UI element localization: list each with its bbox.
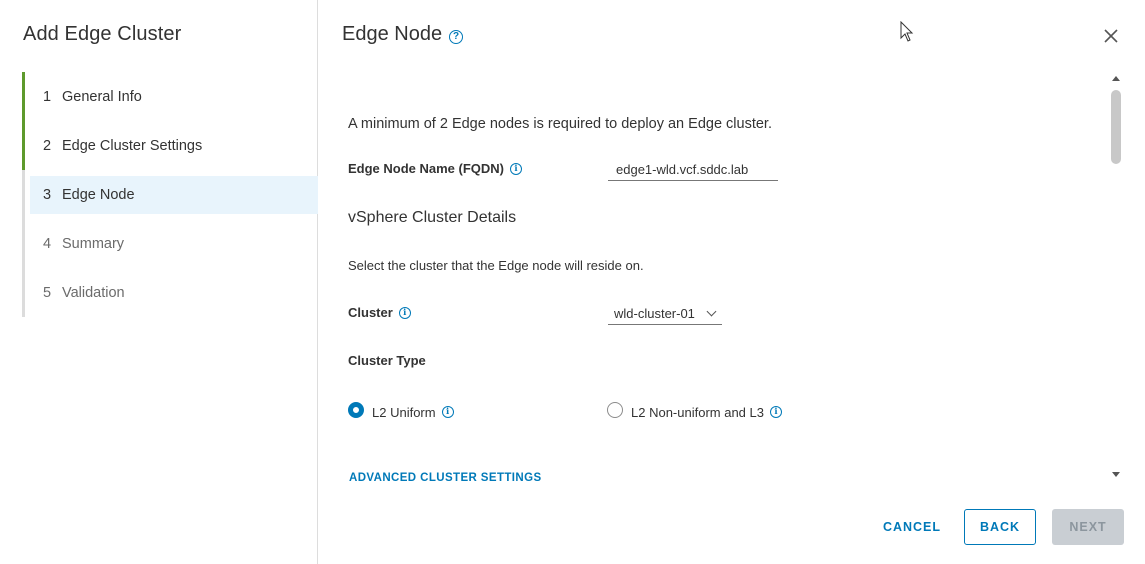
edge-node-name-label-text: Edge Node Name (FQDN): [348, 161, 505, 176]
mouse-cursor-icon: [900, 21, 914, 42]
step-summary[interactable]: 4 Summary: [22, 219, 318, 268]
next-button[interactable]: NEXT: [1052, 509, 1124, 545]
cluster-type-label: Cluster Type: [348, 353, 426, 368]
step-edge-cluster-settings[interactable]: 2 Edge Cluster Settings: [22, 121, 318, 170]
radio-l2-nonuniform-l3-label: L2 Non-uniform and L3: [631, 404, 764, 420]
cluster-select-value: wld-cluster-01: [614, 306, 695, 321]
edge-node-name-label: Edge Node Name (FQDN) i: [348, 161, 523, 176]
radio-button-checked[interactable]: [348, 402, 364, 418]
cluster-select[interactable]: wld-cluster-01: [608, 303, 722, 325]
cluster-hint-text: Select the cluster that the Edge node wi…: [348, 258, 644, 273]
scroll-down-arrow-icon[interactable]: [1112, 472, 1120, 477]
wizard-steps: 1 General Info 2 Edge Cluster Settings 3…: [22, 72, 318, 317]
info-icon[interactable]: i: [441, 406, 454, 418]
cluster-type-row: Cluster Type: [348, 353, 426, 368]
edge-node-name-input[interactable]: [608, 159, 778, 181]
step-number: 4: [43, 235, 52, 252]
form-content: A minimum of 2 Edge nodes is required to…: [348, 80, 1108, 490]
step-edge-node[interactable]: 3 Edge Node: [22, 170, 318, 219]
cluster-row: Cluster i: [348, 305, 411, 320]
radio-l2-nonuniform-l3[interactable]: L2 Non-uniform and L3 i: [607, 402, 782, 420]
step-label: General Info: [62, 88, 142, 105]
cluster-label: Cluster i: [348, 305, 411, 320]
back-button[interactable]: BACK: [964, 509, 1036, 545]
cluster-label-text: Cluster: [348, 305, 393, 320]
advanced-cluster-settings-link[interactable]: ADVANCED CLUSTER SETTINGS: [349, 472, 542, 484]
step-label: Edge Node: [62, 187, 135, 203]
intro-text: A minimum of 2 Edge nodes is required to…: [348, 116, 772, 132]
step-general-info[interactable]: 1 General Info: [22, 72, 318, 121]
step-label: Validation: [62, 284, 125, 301]
scroll-up-arrow-icon[interactable]: [1112, 76, 1120, 81]
scroll-thumb[interactable]: [1111, 90, 1121, 164]
cancel-button[interactable]: CANCEL: [874, 509, 950, 545]
wizard-sidebar: Add Edge Cluster 1 General Info 2 Edge C…: [0, 0, 318, 564]
radio-l2-uniform[interactable]: L2 Uniform i: [348, 402, 454, 420]
step-label: Edge Cluster Settings: [62, 137, 203, 154]
step-label: Summary: [62, 235, 125, 252]
question-circle-icon[interactable]: ?: [449, 29, 464, 44]
page-title-row: Edge Node ?: [342, 23, 464, 46]
step-number: 5: [43, 284, 52, 301]
vsphere-cluster-details-title: vSphere Cluster Details: [348, 209, 517, 226]
radio-button-unchecked[interactable]: [607, 402, 623, 418]
step-number: 2: [43, 137, 52, 154]
step-number: 3: [43, 187, 52, 203]
step-validation[interactable]: 5 Validation: [22, 268, 318, 317]
radio-l2-uniform-label: L2 Uniform: [372, 404, 436, 420]
chevron-down-icon: [706, 306, 717, 317]
info-icon[interactable]: i: [398, 306, 411, 319]
vertical-scrollbar[interactable]: [1110, 76, 1122, 484]
page-title: Edge Node: [342, 23, 443, 45]
edge-node-name-row: Edge Node Name (FQDN) i: [348, 161, 523, 176]
main-panel: Edge Node ? A minimum of 2 Edge nodes is…: [318, 0, 1145, 564]
close-icon[interactable]: [1101, 26, 1121, 46]
info-icon[interactable]: i: [769, 406, 782, 418]
info-icon[interactable]: i: [510, 162, 523, 175]
wizard-title: Add Edge Cluster: [23, 23, 182, 45]
wizard-footer: CANCEL BACK NEXT: [318, 509, 1145, 545]
step-number: 1: [43, 88, 52, 105]
